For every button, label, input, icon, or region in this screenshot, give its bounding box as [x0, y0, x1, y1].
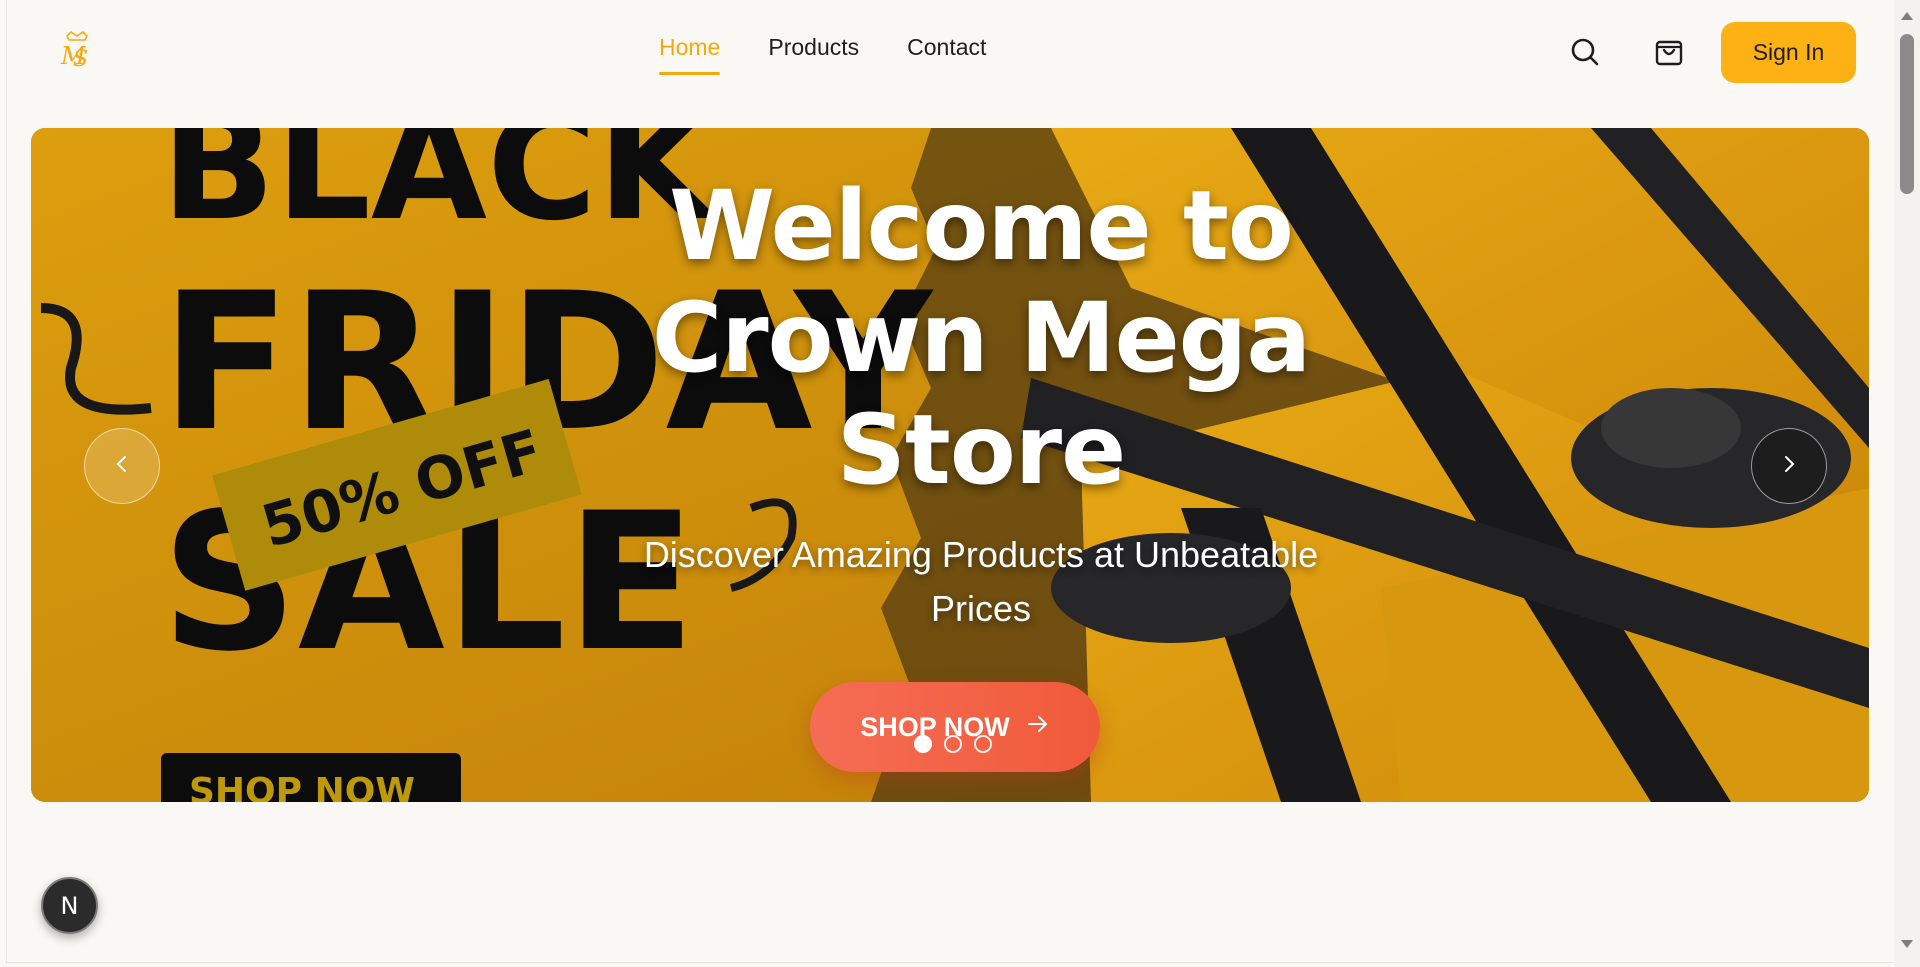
carousel-dot-3[interactable] — [974, 735, 992, 753]
nav-home[interactable]: Home — [659, 34, 721, 75]
carousel-dot-1[interactable] — [914, 735, 932, 753]
chevron-right-icon — [1778, 453, 1800, 480]
arrow-right-icon — [1026, 712, 1050, 743]
shop-now-button[interactable]: SHOP NOW — [810, 682, 1100, 772]
nav-products[interactable]: Products — [768, 34, 859, 75]
sign-in-button[interactable]: Sign In — [1721, 22, 1856, 83]
carousel-prev-button[interactable] — [84, 428, 160, 504]
hero-title: Welcome to Crown Mega Store — [651, 170, 1311, 506]
site-header: M S Home Products Contact Sign In — [7, 0, 1894, 104]
dev-tools-badge[interactable]: N — [41, 877, 98, 934]
hero-carousel: BLACK FRIDAY SALE 50% OFF SHOP NOW Welco… — [31, 128, 1869, 802]
scroll-up-icon[interactable] — [1901, 12, 1913, 20]
carousel-dots — [914, 735, 992, 753]
scroll-down-icon[interactable] — [1901, 940, 1913, 948]
scroll-thumb[interactable] — [1900, 34, 1914, 194]
crown-logo-icon[interactable]: M S — [57, 30, 97, 72]
main-nav: Home Products Contact — [659, 34, 986, 75]
svg-text:S: S — [73, 47, 88, 70]
page: M S Home Products Contact Sign In BLACK … — [6, 0, 1894, 963]
chevron-left-icon — [111, 453, 133, 480]
carousel-dot-2[interactable] — [944, 735, 962, 753]
hero-subtitle: Discover Amazing Products at Unbeatable … — [643, 534, 1319, 629]
nav-contact[interactable]: Contact — [907, 34, 986, 75]
carousel-next-button[interactable] — [1751, 428, 1827, 504]
scrollbar[interactable] — [1894, 0, 1920, 967]
shopping-bag-icon[interactable] — [1653, 36, 1685, 68]
search-icon[interactable] — [1569, 36, 1601, 68]
